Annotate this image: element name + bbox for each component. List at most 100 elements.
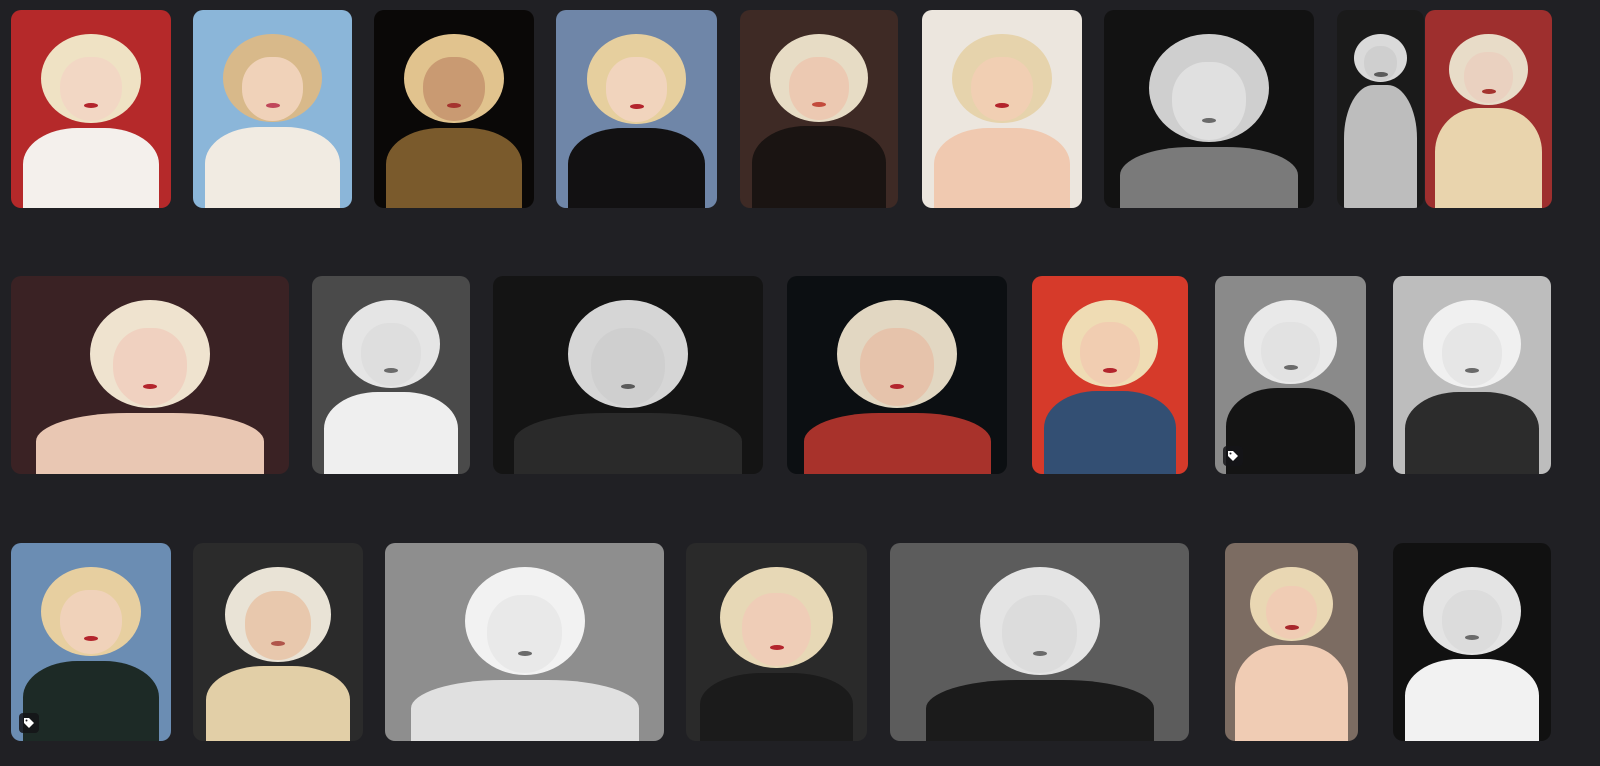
tag-icon[interactable] <box>1223 446 1243 466</box>
lips-shape <box>1284 624 1299 630</box>
figure-body <box>751 126 887 208</box>
portrait-image <box>890 543 1189 741</box>
face-shape <box>487 594 562 673</box>
portrait-image <box>1032 276 1188 474</box>
portrait-image <box>312 276 470 474</box>
lips-shape <box>1032 650 1047 656</box>
face-shape <box>360 322 422 387</box>
face-shape <box>1002 594 1077 673</box>
figure-body <box>1434 108 1543 208</box>
portrait-image <box>11 10 171 208</box>
photo-14-tile[interactable] <box>1032 276 1188 474</box>
photo-18-tile[interactable] <box>193 543 363 741</box>
portrait-image <box>1104 10 1314 208</box>
figure-body <box>934 127 1070 208</box>
face-shape <box>605 57 668 122</box>
face-shape <box>1441 322 1503 387</box>
portrait-image <box>787 276 1007 474</box>
photo-19-tile[interactable] <box>385 543 664 741</box>
photo-2-tile[interactable] <box>193 10 352 208</box>
figure-body <box>1404 392 1540 474</box>
figure-body <box>1234 644 1349 741</box>
portrait-image <box>193 543 363 741</box>
portrait-image <box>922 10 1082 208</box>
photo-8-tile[interactable] <box>1337 10 1424 208</box>
portrait-image <box>11 543 171 741</box>
face-shape <box>60 589 122 655</box>
figure-body <box>36 413 264 474</box>
photo-12-tile[interactable] <box>493 276 763 474</box>
portrait-image <box>493 276 763 474</box>
face-shape <box>1171 61 1247 140</box>
lips-shape <box>1202 117 1216 123</box>
figure-body <box>1119 147 1299 208</box>
lips-shape <box>265 102 280 108</box>
photo-10-tile[interactable] <box>11 276 289 474</box>
figure-body <box>204 126 341 208</box>
portrait-image <box>11 276 289 474</box>
photo-20-tile[interactable] <box>686 543 867 741</box>
face-shape <box>1464 52 1513 104</box>
photo-21-tile[interactable] <box>890 543 1189 741</box>
face-shape <box>1441 589 1503 654</box>
portrait-image <box>1225 543 1358 741</box>
figure-body <box>1343 84 1418 208</box>
face-shape <box>60 56 122 122</box>
lips-shape <box>517 650 532 656</box>
face-shape <box>741 593 812 666</box>
figure-body <box>803 413 991 474</box>
figure-body <box>205 666 351 741</box>
photo-15-tile[interactable] <box>1215 276 1366 474</box>
photo-4-tile[interactable] <box>556 10 717 208</box>
portrait-image <box>1393 276 1551 474</box>
figure-body <box>410 680 639 741</box>
photo-11-tile[interactable] <box>312 276 470 474</box>
photo-9-tile[interactable] <box>1425 10 1552 208</box>
photo-5-tile[interactable] <box>740 10 898 208</box>
figure-body <box>514 413 742 474</box>
photo-23-tile[interactable] <box>1393 543 1551 741</box>
face-shape <box>590 327 666 406</box>
portrait-image <box>1425 10 1552 208</box>
lips-shape <box>1481 88 1496 94</box>
portrait-image <box>385 543 664 741</box>
lips-shape <box>143 383 157 389</box>
lips-shape <box>890 383 904 389</box>
portrait-image <box>686 543 867 741</box>
image-gallery-grid <box>0 0 1600 766</box>
portrait-image <box>1393 543 1551 741</box>
portrait-image <box>193 10 352 208</box>
photo-7-tile[interactable] <box>1104 10 1314 208</box>
figure-body <box>1043 391 1177 474</box>
figure-body <box>323 392 459 474</box>
portrait-image <box>1215 276 1366 474</box>
photo-3-tile[interactable] <box>374 10 534 208</box>
lips-shape <box>629 103 644 109</box>
photo-6-tile[interactable] <box>922 10 1082 208</box>
portrait-image <box>374 10 534 208</box>
figure-body <box>1226 388 1355 474</box>
face-shape <box>971 56 1033 122</box>
lips-shape <box>1103 367 1117 373</box>
lips-shape <box>1373 71 1388 77</box>
photo-13-tile[interactable] <box>787 276 1007 474</box>
face-shape <box>788 56 850 121</box>
face-shape <box>1261 321 1320 383</box>
face-shape <box>1080 322 1140 386</box>
photo-1-tile[interactable] <box>11 10 171 208</box>
portrait-image <box>740 10 898 208</box>
face-shape <box>423 56 485 122</box>
face-shape <box>112 327 188 406</box>
photo-22-tile[interactable] <box>1225 543 1358 741</box>
face-shape <box>859 327 935 406</box>
portrait-image <box>556 10 717 208</box>
lips-shape <box>621 383 635 389</box>
figure-body <box>699 672 854 741</box>
photo-16-tile[interactable] <box>1393 276 1551 474</box>
tag-icon[interactable] <box>19 713 39 733</box>
face-shape <box>245 591 311 660</box>
photo-17-tile[interactable] <box>11 543 171 741</box>
portrait-image <box>1337 10 1424 208</box>
figure-body <box>925 680 1154 741</box>
figure-body <box>386 127 522 208</box>
